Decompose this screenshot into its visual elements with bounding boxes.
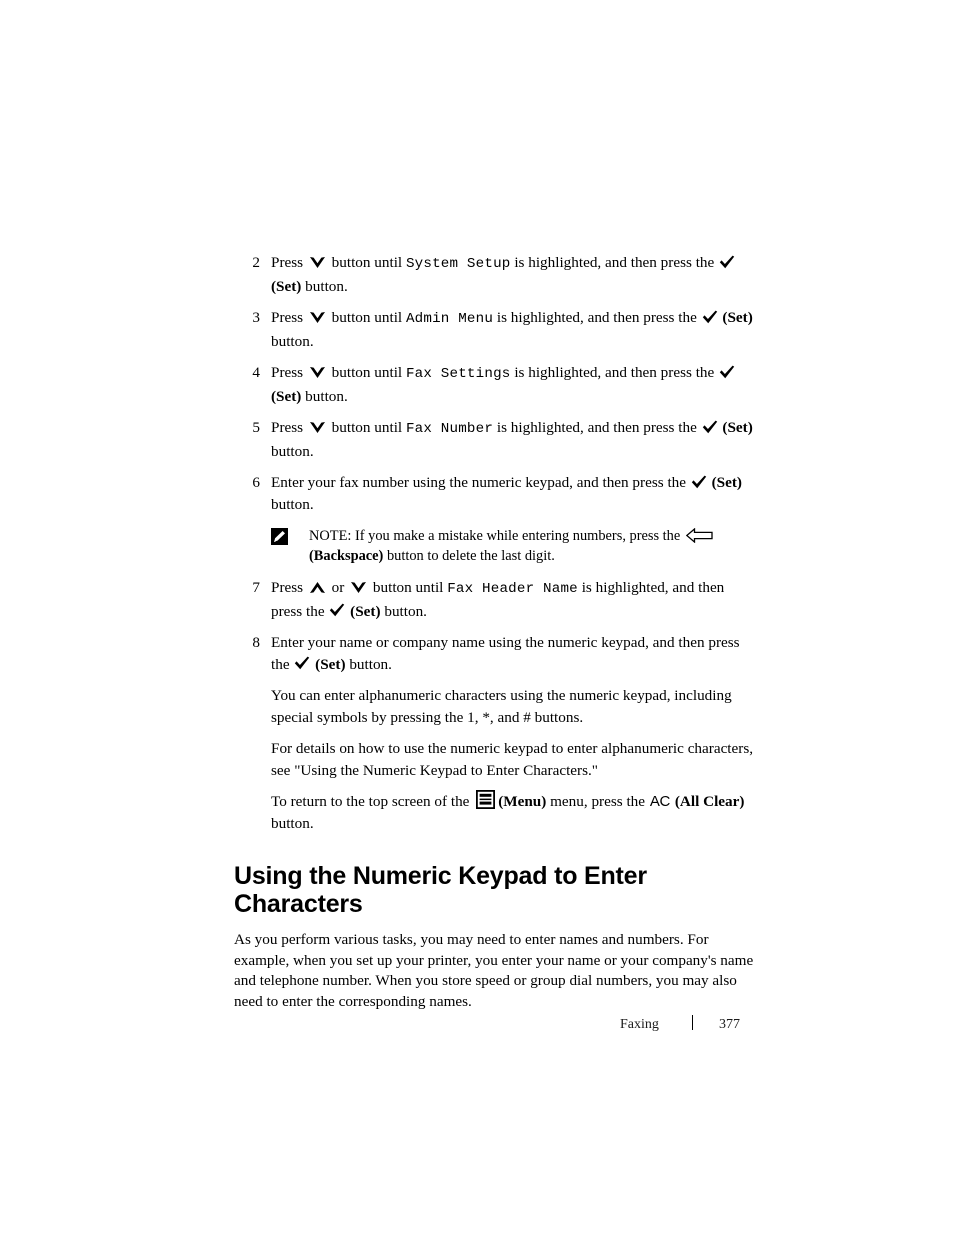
- step-text: Press: [271, 419, 307, 436]
- step-number: 5: [252, 419, 260, 436]
- step-text: Press: [271, 364, 307, 381]
- step-item: 4 Press button until Fax Settings is high…: [234, 362, 758, 407]
- step-text: button.: [380, 602, 427, 620]
- up-chevron-icon: [309, 581, 326, 594]
- step-number: 8: [252, 634, 260, 651]
- all-clear-icon: AC: [649, 793, 671, 810]
- manual-page: 2 Press button until System Setup is high…: [0, 0, 954, 1235]
- step-number: 7: [252, 579, 260, 596]
- check-icon: [702, 420, 718, 434]
- step-text: button.: [301, 277, 348, 295]
- note-pencil-icon: [271, 528, 288, 545]
- backspace-arrow-icon: [685, 528, 713, 544]
- page-content: 2 Press button until System Setup is high…: [234, 252, 758, 1012]
- step-text: is highlighted, and then press the: [493, 419, 701, 436]
- down-chevron-icon: [350, 581, 367, 594]
- check-icon: [719, 365, 735, 379]
- step-text: Press: [271, 254, 307, 271]
- step-text: button until: [327, 309, 406, 326]
- menu-item-name: Fax Header Name: [447, 581, 578, 597]
- page-footer: Faxing 377: [620, 1013, 820, 1033]
- button-name: (Backspace): [309, 548, 384, 564]
- step-item: 6 Enter your fax number using the numeric…: [234, 472, 758, 515]
- paragraph-text: To return to the top screen of the: [271, 793, 474, 810]
- step-item: 3 Press button until Admin Menu is highli…: [234, 307, 758, 352]
- note-label: NOTE:: [309, 528, 352, 544]
- button-name: (Set): [315, 655, 346, 673]
- step-number: 2: [252, 254, 260, 271]
- step-number: 3: [252, 309, 260, 326]
- check-icon: [329, 603, 345, 617]
- down-chevron-icon: [309, 366, 326, 379]
- button-name: (Set): [711, 474, 742, 491]
- note-block: NOTE: If you make a mistake while enteri…: [271, 526, 758, 566]
- step-item: 7 Press or button until Fax Header Name i…: [234, 577, 758, 622]
- check-icon: [691, 475, 707, 489]
- section-heading: Using the Numeric Keypad to Enter Charac…: [234, 862, 647, 918]
- step-item: 8 Enter your name or company name using t…: [234, 632, 758, 675]
- step-text: button.: [271, 332, 314, 350]
- menu-item-name: Admin Menu: [405, 311, 494, 327]
- button-name: (Set): [722, 419, 753, 436]
- footer-page-number: 377: [719, 1017, 740, 1032]
- paragraph-text: menu, press the: [546, 793, 649, 810]
- procedure-step-list: 2 Press button until System Setup is high…: [234, 252, 758, 515]
- menu-item-name: Fax Number: [405, 421, 494, 437]
- step-text: button until: [327, 364, 406, 381]
- step-text: button until: [327, 254, 406, 271]
- menu-item-name: Fax Settings: [405, 366, 511, 382]
- step-text: or: [327, 579, 349, 596]
- paragraph-return-top-screen: To return to the top screen of the (Menu…: [271, 790, 758, 834]
- check-icon: [719, 255, 735, 269]
- step-text: button.: [301, 387, 348, 405]
- menu-item-name: System Setup: [405, 256, 511, 272]
- button-name: (Set): [350, 602, 381, 620]
- button-name: (Menu): [498, 793, 547, 810]
- step-text: button.: [271, 442, 314, 460]
- procedure-step-list-cont: 7 Press or button until Fax Header Name i…: [234, 577, 758, 675]
- step-item: 5 Press button until Fax Number is highli…: [234, 417, 758, 462]
- check-icon: [702, 310, 718, 324]
- button-name: (Set): [722, 309, 753, 326]
- section-body-paragraph: As you perform various tasks, you may ne…: [234, 931, 754, 1010]
- step-text: Press: [271, 579, 307, 596]
- step-text: Enter your fax number using the numeric …: [271, 474, 690, 491]
- step-text: Press: [271, 309, 307, 326]
- button-name: (All Clear): [674, 793, 745, 810]
- paragraph-alphanumeric: You can enter alphanumeric characters us…: [271, 687, 732, 726]
- step-text: button until: [327, 419, 406, 436]
- down-chevron-icon: [309, 421, 326, 434]
- step-text: button.: [271, 495, 314, 513]
- step-number: 6: [252, 474, 260, 491]
- step-item: 2 Press button until System Setup is high…: [234, 252, 758, 297]
- step-number: 4: [252, 364, 260, 381]
- step-text: is highlighted, and then press the: [510, 364, 719, 381]
- step-text: is highlighted, and then press the: [510, 254, 719, 271]
- button-name: (Set): [271, 387, 302, 405]
- step-text: button.: [345, 655, 392, 673]
- note-text: If you make a mistake while entering num…: [351, 528, 684, 544]
- note-text: button to delete the last digit.: [383, 548, 555, 564]
- step-text: is highlighted, and then press the: [493, 309, 701, 326]
- step-text: button until: [369, 579, 448, 596]
- paragraph-text: button.: [271, 814, 314, 832]
- check-icon: [294, 656, 310, 670]
- button-name: (Set): [271, 277, 302, 295]
- down-chevron-icon: [309, 256, 326, 269]
- footer-section-label: Faxing: [620, 1017, 659, 1032]
- menu-icon: [476, 790, 496, 810]
- paragraph-details-reference: For details on how to use the numeric ke…: [271, 740, 754, 779]
- footer-divider: [692, 1015, 693, 1030]
- down-chevron-icon: [309, 311, 326, 324]
